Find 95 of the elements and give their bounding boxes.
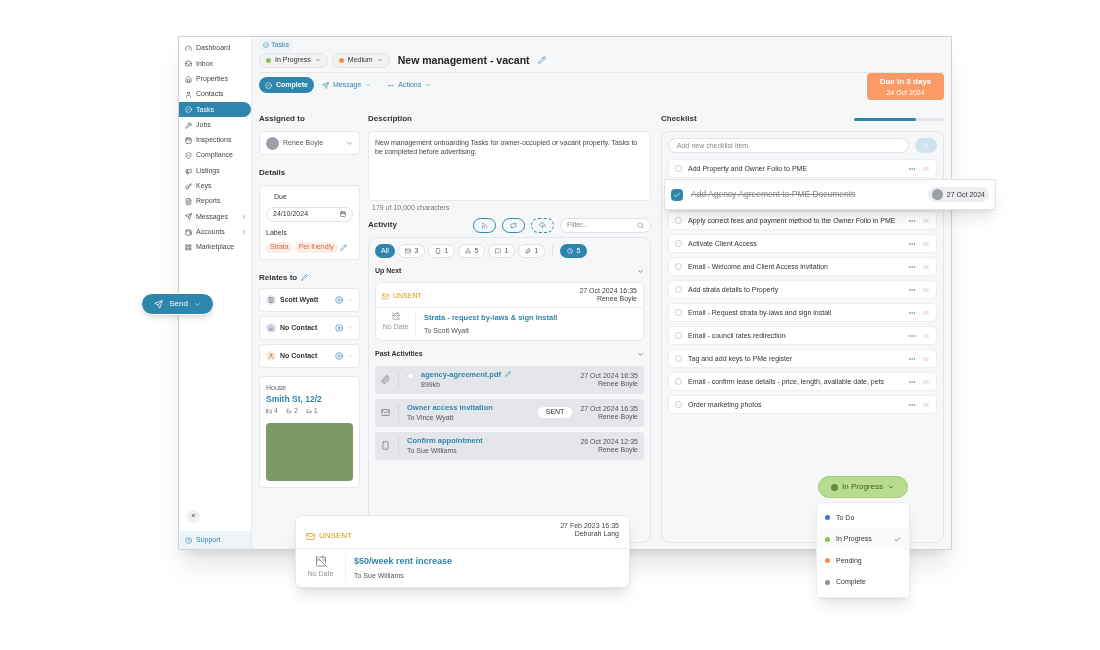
chevron-icon[interactable] xyxy=(347,296,353,303)
pencil-icon[interactable] xyxy=(537,56,546,65)
calendar-icon xyxy=(185,136,192,144)
gauge-icon xyxy=(185,45,192,53)
rss-icon xyxy=(481,221,488,229)
wrench-icon xyxy=(185,121,192,129)
help-icon xyxy=(185,536,192,544)
calendar-icon xyxy=(340,211,346,218)
checkbox[interactable] xyxy=(675,378,682,386)
section-title: Description xyxy=(368,113,413,126)
building-icon xyxy=(266,294,276,305)
phone-icon xyxy=(434,247,441,254)
chevron-icon xyxy=(346,139,353,147)
check-icon xyxy=(894,535,901,543)
mail-icon xyxy=(382,293,389,300)
check-circle-icon xyxy=(265,81,272,89)
chevron-icon[interactable] xyxy=(347,324,353,331)
section-title: Assigned to xyxy=(259,113,306,126)
megaphone-icon xyxy=(185,167,192,175)
drag-handle-icon[interactable] xyxy=(922,216,930,225)
chevron-icon xyxy=(425,82,432,89)
add-button[interactable] xyxy=(915,138,937,154)
section-title: Relates to xyxy=(259,271,298,284)
search-icon xyxy=(637,221,644,229)
checkbox[interactable] xyxy=(407,371,415,380)
grid-icon xyxy=(185,244,192,251)
house-icon xyxy=(266,322,276,333)
add-circle-icon[interactable] xyxy=(335,323,343,332)
person-icon xyxy=(185,91,192,99)
pencil-icon[interactable] xyxy=(339,244,347,251)
chevron-icon xyxy=(886,483,895,491)
chevron-icon[interactable] xyxy=(637,350,644,358)
paperclip-icon xyxy=(524,247,531,254)
paperclip-icon xyxy=(381,375,390,384)
no-date-icon xyxy=(391,312,400,321)
send-button[interactable]: Send xyxy=(141,293,214,315)
webhook-icon xyxy=(464,247,471,254)
mail-icon xyxy=(404,247,411,254)
checkbox[interactable] xyxy=(675,165,682,173)
plus-icon xyxy=(922,142,930,150)
clock-icon xyxy=(566,247,573,254)
status-dropdown[interactable]: In Progress xyxy=(818,476,908,498)
task-title: New management - vacant xyxy=(397,52,530,68)
car-icon xyxy=(305,408,312,415)
document-icon xyxy=(185,198,192,206)
bed-icon xyxy=(266,408,272,415)
chat-icon xyxy=(494,247,501,254)
send-icon xyxy=(185,213,192,221)
check-icon xyxy=(673,190,681,199)
checkbox[interactable] xyxy=(675,332,682,340)
repeat-icon xyxy=(510,221,517,229)
property-address: Smith St, 12/2 xyxy=(266,393,323,406)
mail-icon xyxy=(306,531,315,541)
checkbox[interactable] xyxy=(675,263,682,271)
check-circle-icon xyxy=(185,106,192,114)
section-title: Details xyxy=(259,167,287,180)
key-icon xyxy=(185,182,192,190)
avatar xyxy=(931,189,943,201)
house-icon xyxy=(185,75,192,83)
person-icon xyxy=(266,350,276,361)
chevron-icon[interactable] xyxy=(637,267,644,275)
checkbox[interactable] xyxy=(675,240,682,248)
wallet-icon xyxy=(185,228,192,236)
chevron-icon[interactable] xyxy=(347,352,353,359)
activity-title[interactable]: $50/week rent increase xyxy=(354,555,453,569)
mail-icon xyxy=(381,408,390,417)
shield-icon xyxy=(185,152,192,160)
chevron-icon xyxy=(365,82,372,89)
checkbox[interactable] xyxy=(675,401,682,409)
add-circle-icon[interactable] xyxy=(335,295,343,304)
checkbox[interactable] xyxy=(675,309,682,317)
check-circle-icon xyxy=(263,42,269,49)
pencil-icon[interactable] xyxy=(301,274,309,282)
section-title: Checklist xyxy=(661,113,697,126)
bath-icon xyxy=(285,408,292,415)
inbox-icon xyxy=(185,60,192,68)
unsent-status: UNSENT xyxy=(306,530,352,542)
chevron-icon xyxy=(314,57,321,64)
checkbox[interactable] xyxy=(671,188,683,201)
no-date-icon xyxy=(314,555,327,567)
cloud-upload-icon xyxy=(539,221,546,229)
avatar xyxy=(266,136,279,150)
pencil-icon[interactable] xyxy=(505,371,512,378)
add-circle-icon[interactable] xyxy=(335,351,343,360)
send-icon xyxy=(321,81,329,89)
checklist-text: Add Agency Agreement to PME Documents xyxy=(691,188,857,202)
section-title: Activity xyxy=(368,219,398,232)
send-icon xyxy=(154,299,164,309)
checkbox[interactable] xyxy=(675,286,682,294)
chevron-icon xyxy=(193,300,201,308)
phone-icon xyxy=(381,441,390,450)
chevron-icon xyxy=(376,57,383,64)
checkbox[interactable] xyxy=(675,217,682,225)
checkbox[interactable] xyxy=(675,355,682,363)
due-label: Due in 3 days xyxy=(879,75,932,88)
